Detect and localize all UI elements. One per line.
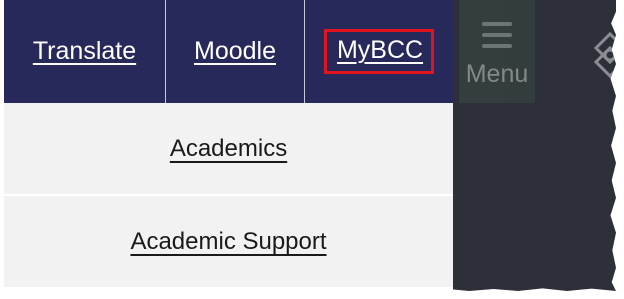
mybcc-link[interactable]: MyBCC [337,36,423,64]
main-menu-list: Academics Academic Support [4,103,453,289]
hamburger-icon [482,22,512,48]
menu-item-academics: Academics [4,103,453,196]
top-utility-nav: Translate Moodle MyBCC [4,0,453,103]
screenshot-frame: Translate Moodle MyBCC Academics Academi… [4,0,616,291]
mybcc-cell: MyBCC [305,0,453,103]
menu-button[interactable]: Menu [459,0,535,103]
menu-item-academic-support: Academic Support [4,196,453,289]
knot-logo-icon [593,31,616,79]
academics-link[interactable]: Academics [170,135,287,163]
moodle-link[interactable]: Moodle [194,37,276,66]
translate-link[interactable]: Translate [33,37,136,66]
menu-button-label: Menu [465,60,529,88]
moodle-cell: Moodle [166,0,305,103]
translate-cell: Translate [4,0,166,103]
academic-support-link[interactable]: Academic Support [130,228,326,256]
mybcc-highlight-box: MyBCC [323,29,435,74]
